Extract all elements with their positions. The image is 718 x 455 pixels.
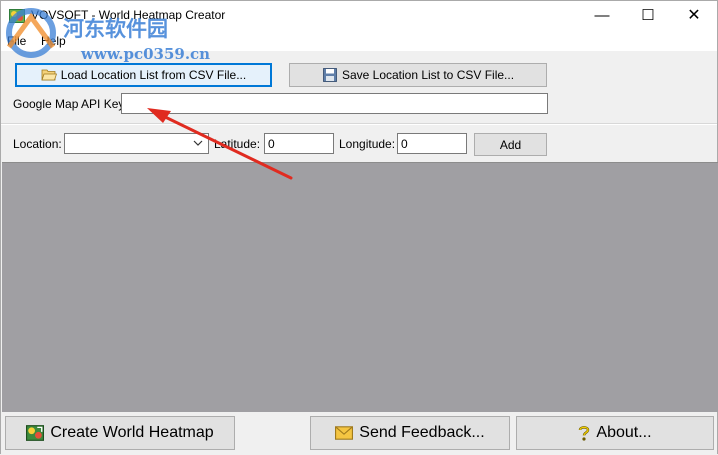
window-title: VOVSOFT - World Heatmap Creator [31,8,226,22]
api-key-input[interactable] [121,93,548,114]
menu-file[interactable]: File [7,34,26,48]
location-label: Location: [13,137,62,151]
app-icon [9,9,25,23]
latitude-input[interactable] [264,133,334,154]
map-preview-area[interactable] [2,162,718,412]
longitude-input[interactable] [397,133,467,154]
latitude-label: Latitude: [214,137,261,151]
load-csv-button[interactable]: Load Location List from CSV File... [15,63,272,87]
maximize-button[interactable]: ☐ [625,1,671,31]
location-select[interactable] [64,133,209,154]
about-button[interactable]: About... [516,416,714,450]
floppy-disk-icon [323,68,337,82]
chevron-down-icon [193,140,203,146]
menu-bar: File Help [1,31,717,51]
save-csv-label: Save Location List to CSV File... [341,68,515,82]
load-csv-label: Load Location List from CSV File... [60,68,247,82]
folder-open-icon [41,69,57,81]
minimize-button[interactable]: — [579,1,625,31]
question-mark-icon [579,426,590,441]
menu-help[interactable]: Help [41,34,66,48]
heatmap-icon [26,425,45,441]
send-feedback-label: Send Feedback... [359,424,485,441]
add-location-button[interactable]: Add [474,133,547,156]
envelope-icon [335,426,354,440]
title-bar[interactable]: VOVSOFT - World Heatmap Creator — ☐ ✕ [1,1,717,31]
app-window: VOVSOFT - World Heatmap Creator — ☐ ✕ Fi… [0,0,718,455]
divider-highlight [1,124,717,125]
longitude-label: Longitude: [339,137,396,151]
create-heatmap-button[interactable]: Create World Heatmap [5,416,235,450]
create-heatmap-label: Create World Heatmap [50,424,214,441]
send-feedback-button[interactable]: Send Feedback... [310,416,510,450]
save-csv-button[interactable]: Save Location List to CSV File... [289,63,547,87]
api-key-label: Google Map API Key: [13,97,128,111]
about-label: About... [596,424,652,441]
close-button[interactable]: ✕ [671,1,717,31]
